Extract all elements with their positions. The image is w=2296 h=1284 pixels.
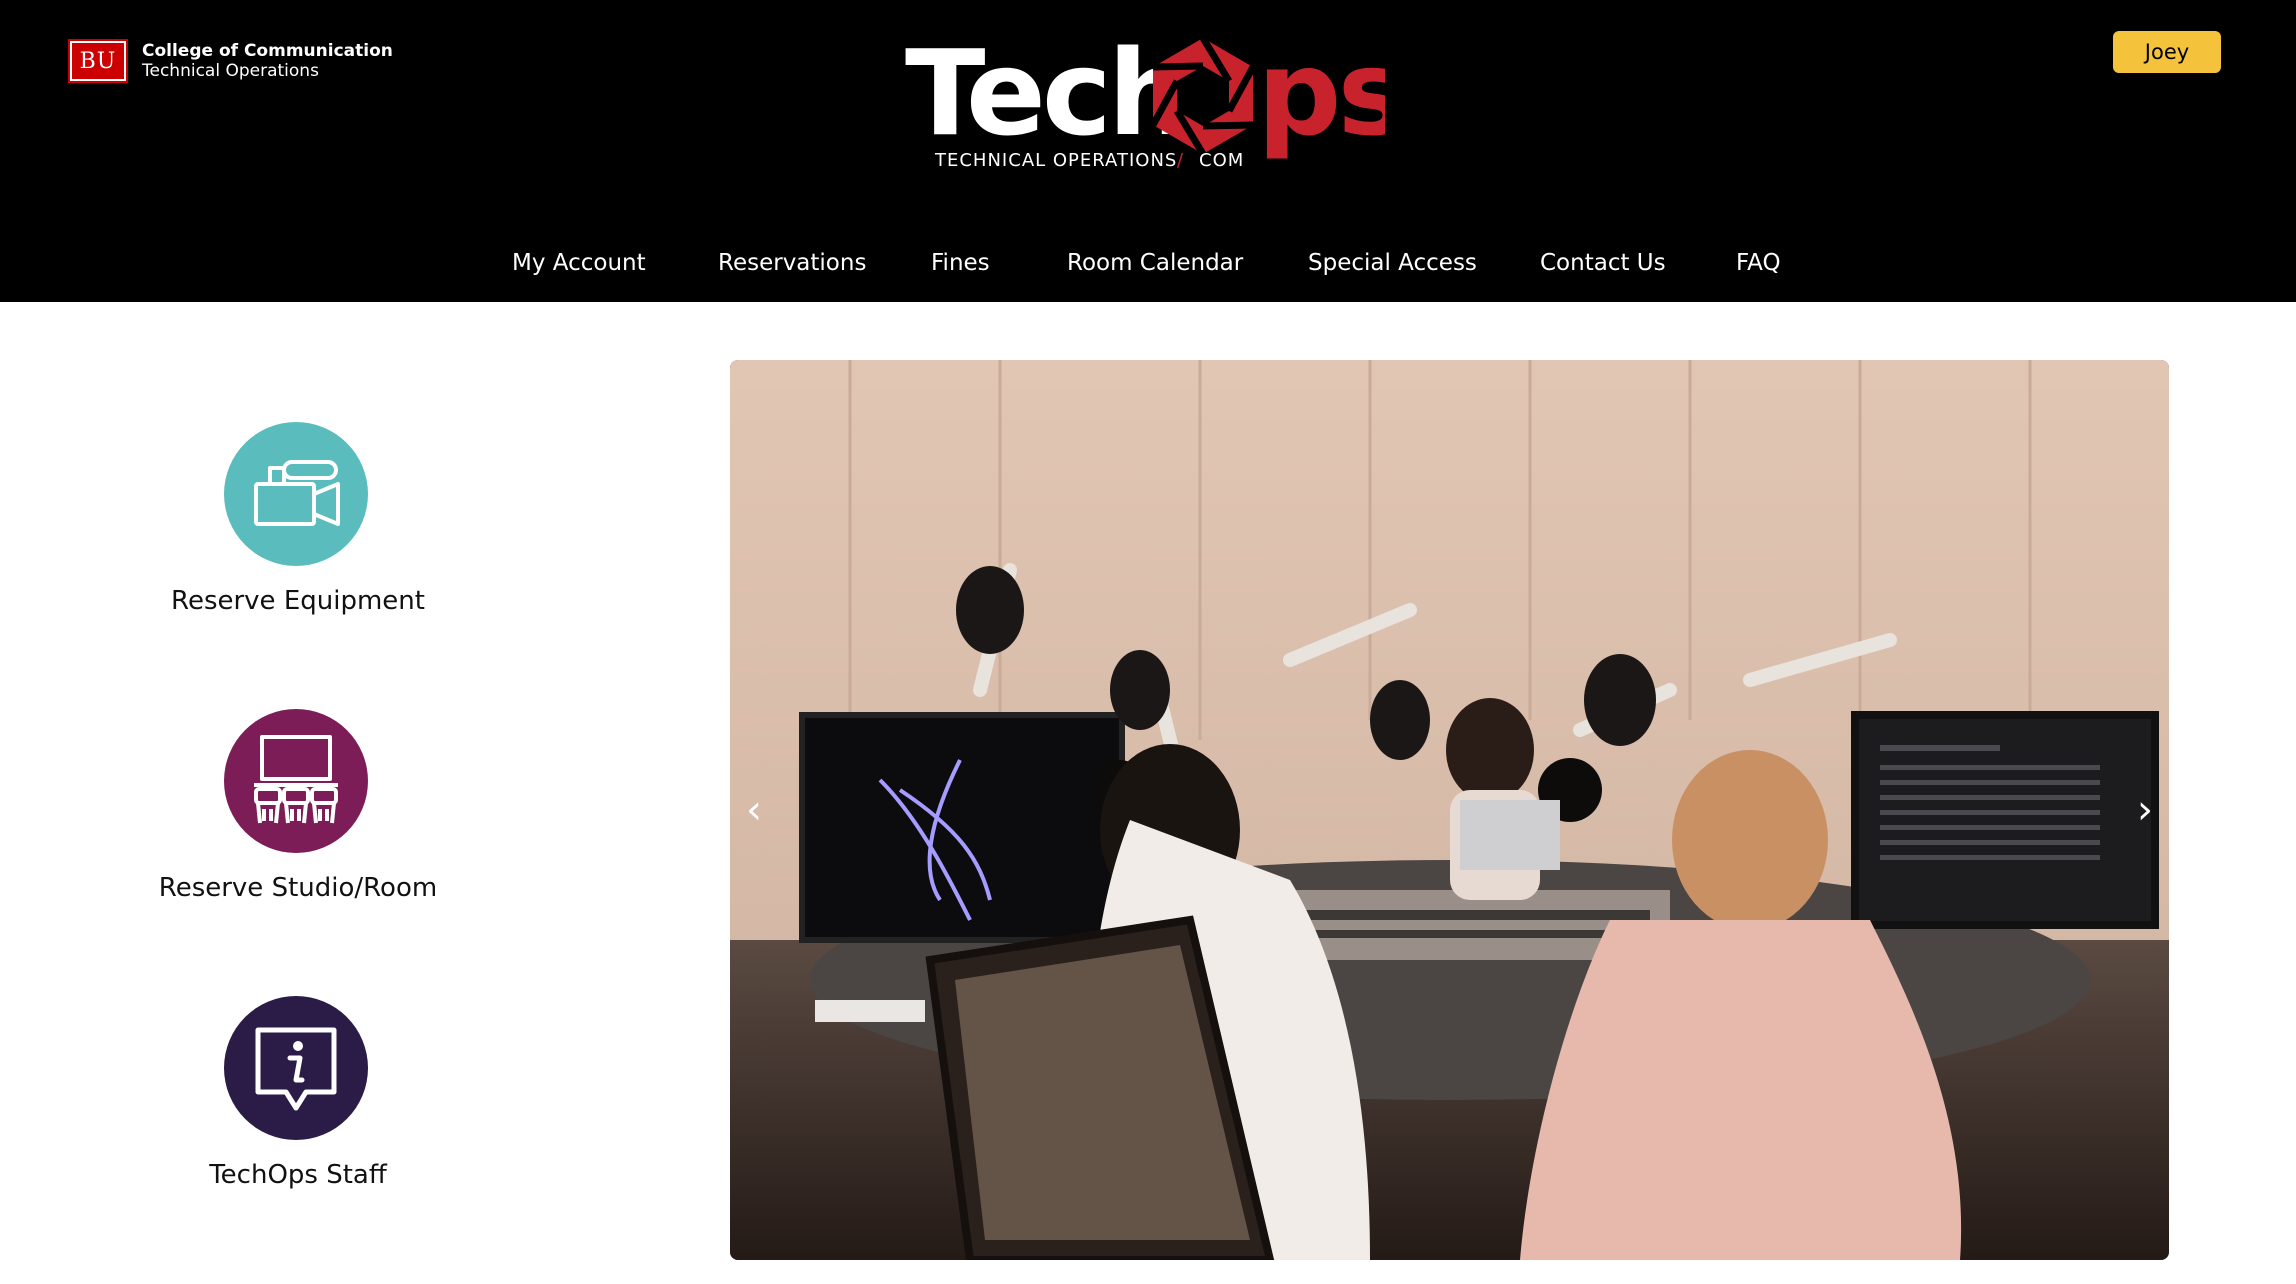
nav-room-calendar[interactable]: Room Calendar bbox=[1067, 240, 1243, 286]
logo-tagline-right: COM bbox=[1199, 150, 1244, 171]
techops-logo[interactable]: Tech ps TECHNICAL OPERATIONS / COM bbox=[905, 26, 1385, 176]
logo-tagline-left: TECHNICAL OPERATIONS bbox=[934, 150, 1177, 171]
bu-college-brand[interactable]: BU College of Communication Technical Op… bbox=[68, 38, 393, 84]
video-camera-icon[interactable] bbox=[224, 422, 368, 566]
carousel-prev-button[interactable]: ‹ bbox=[734, 784, 774, 836]
user-account-button[interactable]: Joey bbox=[2113, 31, 2221, 73]
nav-special-access[interactable]: Special Access bbox=[1308, 240, 1477, 286]
carousel-next-button[interactable]: › bbox=[2125, 784, 2165, 836]
site-header: BU College of Communication Technical Op… bbox=[0, 0, 2296, 302]
person-right bbox=[1672, 750, 1828, 930]
nav-faq[interactable]: FAQ bbox=[1736, 240, 1781, 286]
bu-logo: BU bbox=[68, 39, 128, 83]
reserve-studio-label[interactable]: Reserve Studio/Room bbox=[0, 873, 596, 903]
nav-contact-us[interactable]: Contact Us bbox=[1540, 240, 1666, 286]
college-name: College of Communication bbox=[142, 41, 393, 61]
reserve-equipment-label[interactable]: Reserve Equipment bbox=[0, 586, 596, 616]
nav-reservations[interactable]: Reservations bbox=[718, 240, 866, 286]
info-chat-icon[interactable] bbox=[224, 996, 368, 1140]
main-nav: My Account Reservations Fines Room Calen… bbox=[0, 240, 2296, 286]
photo-carousel[interactable]: ‹ › bbox=[730, 360, 2169, 1260]
nav-my-account[interactable]: My Account bbox=[512, 240, 646, 286]
nav-fines[interactable]: Fines bbox=[931, 240, 990, 286]
person-center bbox=[1446, 698, 1534, 802]
logo-word-end: ps bbox=[1257, 26, 1385, 162]
studio-room-icon[interactable] bbox=[224, 709, 368, 853]
techops-staff-label[interactable]: TechOps Staff bbox=[0, 1160, 596, 1190]
logo-tagline-separator: / bbox=[1177, 150, 1184, 171]
radio-studio-photo bbox=[730, 360, 2169, 1260]
college-subtitle: Technical Operations bbox=[142, 61, 319, 81]
logo-word-start: Tech bbox=[905, 26, 1188, 162]
